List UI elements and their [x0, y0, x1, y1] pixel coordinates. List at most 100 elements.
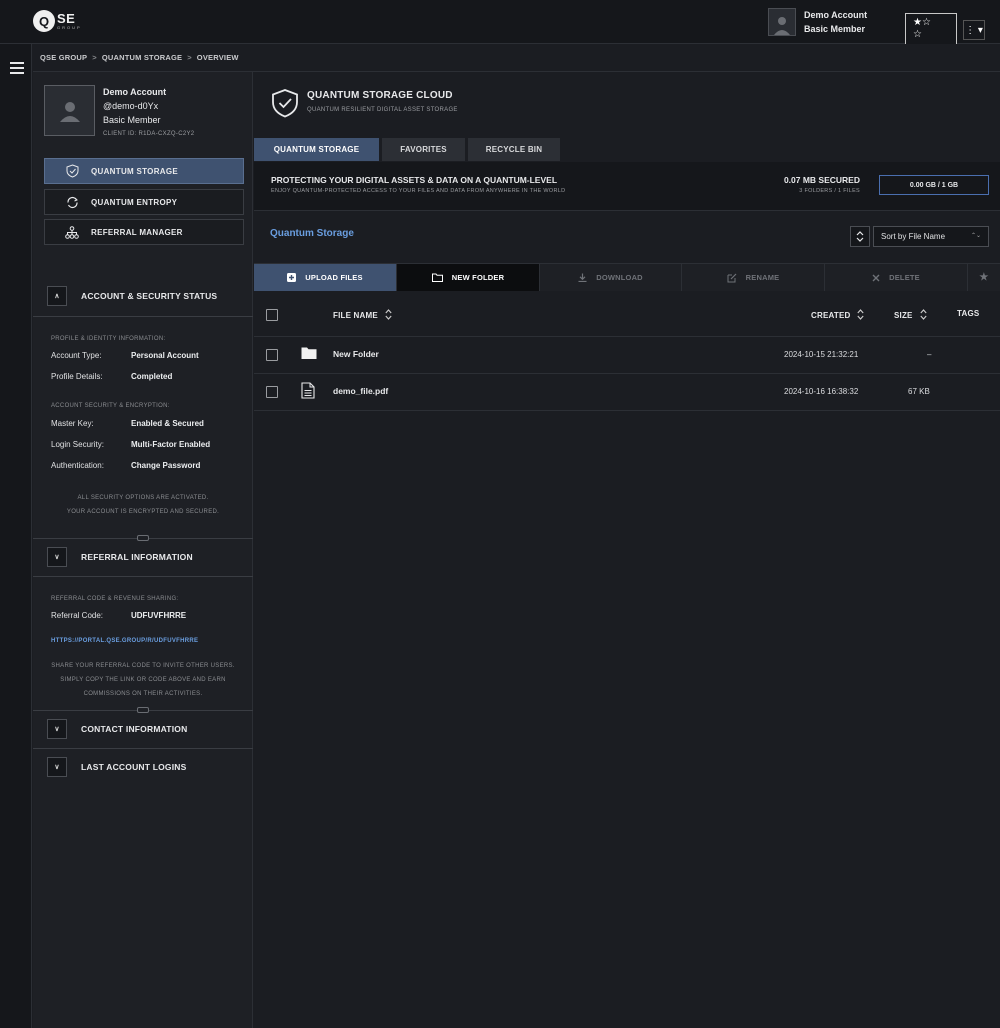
- button-label: DELETE: [889, 273, 920, 282]
- favorite-star-button[interactable]: ★: [968, 264, 1000, 291]
- master-key-row: Master Key: Enabled & Secured: [51, 419, 204, 428]
- referral-link[interactable]: HTTPS://PORTAL.QSE.GROUP/R/UDFUVFHRRE: [51, 638, 198, 644]
- contact-info-header[interactable]: ∨ CONTACT INFORMATION: [33, 710, 253, 748]
- table-row[interactable]: New Folder 2024-10-15 21:32:21 –: [254, 337, 1000, 374]
- breadcrumb-item-overview: OVERVIEW: [196, 53, 239, 62]
- sort-icon: [857, 309, 865, 321]
- close-icon: [872, 274, 880, 282]
- logo-text: SE: [57, 11, 76, 26]
- sort-direction-button[interactable]: [850, 226, 870, 247]
- breadcrumb-separator: >: [92, 53, 97, 62]
- download-button[interactable]: DOWNLOAD: [540, 264, 682, 291]
- section-title: REFERRAL INFORMATION: [81, 552, 193, 562]
- col-tags: TAGS: [957, 309, 979, 318]
- section-title: LAST ACCOUNT LOGINS: [81, 762, 187, 772]
- breadcrumb-item-qse-group[interactable]: QSE GROUP: [40, 53, 87, 62]
- more-menu-button[interactable]: ⋮ ▾: [963, 20, 985, 40]
- security-note: ALL SECURITY OPTIONS ARE ACTIVATED. YOUR…: [33, 491, 253, 519]
- star-icon: ★☆: [913, 17, 931, 28]
- file-document-icon: [301, 382, 315, 399]
- account-sidebar: Demo Account @demo-d0Yx Basic Member CLI…: [33, 72, 253, 1028]
- account-security-header[interactable]: ∧ ACCOUNT & SECURITY STATUS: [33, 277, 253, 315]
- sort-select[interactable]: Sort by File Name ⌃⌄: [873, 226, 989, 247]
- note-line: COMMISSIONS ON THEIR ACTIVITIES.: [83, 691, 203, 697]
- sort-icon: [856, 231, 864, 242]
- tab-recycle-bin[interactable]: RECYCLE BIN: [468, 138, 560, 161]
- kv-key: Login Security:: [51, 440, 104, 449]
- sort-icon: [385, 309, 392, 321]
- note-line: YOUR ACCOUNT IS ENCRYPTED AND SECURED.: [66, 509, 220, 515]
- delete-button[interactable]: DELETE: [825, 264, 968, 291]
- main-content: QUANTUM STORAGE CLOUD QUANTUM RESILIENT …: [254, 72, 1000, 1028]
- profile-card: Demo Account @demo-d0Yx Basic Member CLI…: [44, 85, 194, 141]
- rename-button[interactable]: RENAME: [682, 264, 825, 291]
- upload-files-button[interactable]: UPLOAD FILES: [254, 264, 397, 291]
- profile-name: Demo Account: [103, 87, 167, 97]
- note-line: ALL SECURITY OPTIONS ARE ACTIVATED.: [77, 495, 209, 501]
- shield-check-icon: [272, 89, 298, 118]
- referral-code-value: UDFUVFHRRE: [131, 611, 187, 620]
- logo-subtext: GROUP: [57, 25, 82, 30]
- referral-label: REFERRAL CODE & REVENUE SHARING:: [51, 596, 179, 602]
- top-user-menu[interactable]: Demo Account Basic Member: [768, 8, 867, 36]
- favorites-star-widget[interactable]: ★☆ ☆: [905, 13, 957, 48]
- nav-label: QUANTUM STORAGE: [91, 166, 179, 176]
- top-user-name: Demo Account: [804, 10, 868, 20]
- qse-logo[interactable]: Q SE GROUP: [33, 10, 82, 32]
- row-checkbox[interactable]: [266, 386, 278, 398]
- chevron-down-icon[interactable]: ∨: [47, 719, 67, 739]
- file-created: 2024-10-15 21:32:21: [784, 350, 859, 359]
- referral-info-header[interactable]: ∨ REFERRAL INFORMATION: [33, 538, 253, 576]
- col-created[interactable]: CREATED: [811, 309, 865, 321]
- profile-tier: Basic Member: [103, 115, 161, 125]
- note-line: SHARE YOUR REFERRAL CODE TO INVITE OTHER…: [51, 663, 235, 669]
- file-name[interactable]: demo_file.pdf: [333, 386, 388, 396]
- chevron-down-icon[interactable]: ∨: [47, 547, 67, 567]
- tab-favorites[interactable]: FAVORITES: [382, 138, 465, 161]
- star-icon: ★: [979, 272, 989, 283]
- select-all-checkbox[interactable]: [266, 309, 278, 321]
- logo-mark: Q: [33, 10, 55, 32]
- file-table-header: FILE NAME CREATED SIZE TAGS: [254, 291, 1000, 337]
- profile-avatar: [44, 85, 95, 136]
- folder-file-counts: 3 FOLDERS / 1 FILES: [799, 188, 860, 194]
- kv-key: Profile Details:: [51, 372, 103, 381]
- file-size: –: [927, 350, 932, 359]
- breadcrumb-item-quantum-storage[interactable]: QUANTUM STORAGE: [102, 53, 182, 62]
- edit-icon: [727, 273, 737, 283]
- user-icon: [774, 17, 790, 35]
- nav-referral-manager[interactable]: REFERRAL MANAGER: [44, 219, 244, 245]
- nav-label: REFERRAL MANAGER: [91, 227, 183, 237]
- top-user-tier: Basic Member: [804, 24, 866, 34]
- folder-outline-icon: [431, 273, 443, 282]
- nav-quantum-entropy[interactable]: QUANTUM ENTROPY: [44, 189, 244, 215]
- hamburger-menu-icon[interactable]: [10, 62, 24, 77]
- button-label: NEW FOLDER: [451, 273, 505, 282]
- section-title: CONTACT INFORMATION: [81, 724, 188, 734]
- last-logins-header[interactable]: ∨ LAST ACCOUNT LOGINS: [33, 748, 253, 786]
- chevron-down-icon[interactable]: ∨: [47, 757, 67, 777]
- col-size[interactable]: SIZE: [894, 309, 927, 321]
- divider: [33, 316, 253, 317]
- chevron-up-icon[interactable]: ∧: [47, 286, 67, 306]
- button-label: UPLOAD FILES: [305, 273, 363, 282]
- section-title: ACCOUNT & SECURITY STATUS: [81, 291, 218, 301]
- user-icon: [59, 101, 80, 122]
- table-row[interactable]: demo_file.pdf 2024-10-16 16:38:32 67 KB: [254, 374, 1000, 411]
- col-file-name[interactable]: FILE NAME: [333, 309, 392, 321]
- row-checkbox[interactable]: [266, 349, 278, 361]
- change-password-link[interactable]: Change Password: [131, 461, 200, 470]
- refresh-icon: [65, 195, 79, 209]
- new-folder-button[interactable]: NEW FOLDER: [397, 264, 540, 291]
- client-id: CLIENT ID: R1DA-CXZQ-C2Y2: [103, 131, 195, 137]
- folder-icon: [301, 347, 317, 359]
- nav-quantum-storage[interactable]: QUANTUM STORAGE: [44, 158, 244, 184]
- banner-subtitle: ENJOY QUANTUM-PROTECTED ACCESS TO YOUR F…: [271, 188, 566, 194]
- kv-value: Enabled & Secured: [131, 419, 204, 428]
- kv-value: Multi-Factor Enabled: [131, 440, 211, 449]
- file-name[interactable]: New Folder: [333, 349, 379, 359]
- note-line: SIMPLY COPY THE LINK OR CODE ABOVE AND E…: [60, 677, 226, 683]
- page-subtitle: QUANTUM RESILIENT DIGITAL ASSET STORAGE: [307, 107, 458, 113]
- tab-quantum-storage[interactable]: QUANTUM STORAGE: [254, 138, 379, 161]
- network-icon: [65, 225, 79, 239]
